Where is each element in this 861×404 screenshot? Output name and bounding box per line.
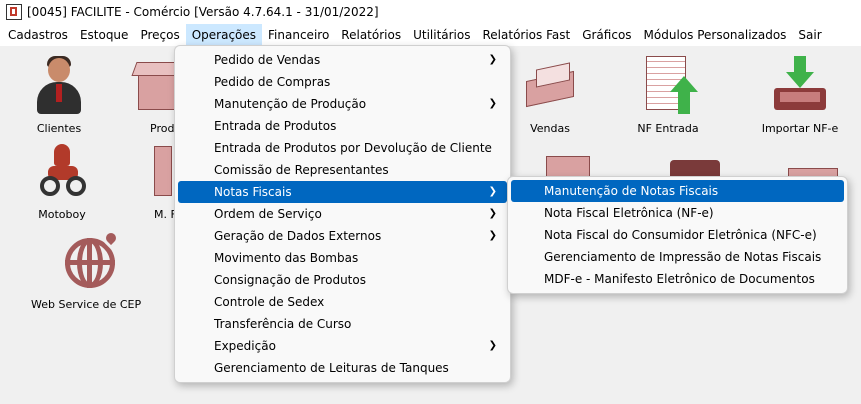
menu-item-controle-de-sedex[interactable]: Controle de Sedex xyxy=(178,291,507,313)
menu-sair[interactable]: Sair xyxy=(792,24,827,46)
menu-relatorios-fast[interactable]: Relatórios Fast xyxy=(477,24,577,46)
submenu-arrow-icon: ❯ xyxy=(488,54,497,65)
menu-item-label: Consignação de Produtos xyxy=(214,273,366,287)
menu-item-label: Controle de Sedex xyxy=(214,295,325,309)
nf-entrada-icon xyxy=(640,54,698,116)
menu-item-entrada-de-produtos[interactable]: Entrada de Produtos xyxy=(178,115,507,137)
tile-label: Motoboy xyxy=(38,208,86,221)
app-logo-icon xyxy=(6,4,22,20)
menu-graficos[interactable]: Gráficos xyxy=(576,24,637,46)
menu-item-label: Entrada de Produtos por Devolução de Cli… xyxy=(214,141,492,155)
tile-label: Web Service de CEP xyxy=(31,298,142,311)
menu-item-expedicao[interactable]: Expedição ❯ xyxy=(178,335,507,357)
import-tray-icon xyxy=(772,54,828,116)
tile-motoboy[interactable]: Motoboy xyxy=(12,140,112,221)
submenu-item-impressao-notas-fiscais[interactable]: Gerenciamento de Impressão de Notas Fisc… xyxy=(511,246,844,268)
menu-modulos-personalizados[interactable]: Módulos Personalizados xyxy=(638,24,793,46)
tile-label: NF Entrada xyxy=(637,122,699,135)
menu-item-entrada-devolucao-cliente[interactable]: Entrada de Produtos por Devolução de Cli… xyxy=(178,137,507,159)
operacoes-dropdown-menu: Pedido de Vendas ❯ Pedido de Compras Manu… xyxy=(174,45,511,383)
menu-item-label: Manutenção de Produção xyxy=(214,97,367,111)
menu-item-label: Notas Fiscais xyxy=(214,185,292,199)
globe-pin-icon xyxy=(63,226,123,292)
menu-item-manutencao-de-producao[interactable]: Manutenção de Produção ❯ xyxy=(178,93,507,115)
menu-item-label: Expedição xyxy=(214,339,276,353)
menu-utilitarios[interactable]: Utilitários xyxy=(407,24,476,46)
tile-clientes[interactable]: Clientes xyxy=(9,54,109,135)
cash-register-icon xyxy=(522,54,578,116)
submenu-item-nfe[interactable]: Nota Fiscal Eletrônica (NF-e) xyxy=(511,202,844,224)
menu-operacoes[interactable]: Operações xyxy=(185,24,263,46)
menu-financeiro[interactable]: Financeiro xyxy=(262,24,335,46)
window-title: [0045] FACILITE - Comércio [Versão 4.7.6… xyxy=(27,5,379,19)
menu-item-label: Pedido de Compras xyxy=(214,75,331,89)
submenu-arrow-icon: ❯ xyxy=(488,230,497,241)
menu-item-movimento-das-bombas[interactable]: Movimento das Bombas xyxy=(178,247,507,269)
submenu-arrow-icon: ❯ xyxy=(488,208,497,219)
menu-item-pedido-de-compras[interactable]: Pedido de Compras xyxy=(178,71,507,93)
tile-nf-entrada[interactable]: NF Entrada xyxy=(618,54,718,135)
menu-item-label: Geração de Dados Externos xyxy=(214,229,382,243)
tile-label: Clientes xyxy=(36,122,82,135)
menu-item-comissao-representantes[interactable]: Comissão de Representantes xyxy=(178,159,507,181)
title-bar: [0045] FACILITE - Comércio [Versão 4.7.6… xyxy=(0,0,861,24)
menu-item-label: Pedido de Vendas xyxy=(214,53,321,67)
menu-item-ordem-de-servico[interactable]: Ordem de Serviço ❯ xyxy=(178,203,507,225)
menu-relatorios[interactable]: Relatórios xyxy=(335,24,407,46)
menu-item-label: Movimento das Bombas xyxy=(214,251,359,265)
submenu-item-manutencao-notas-fiscais[interactable]: Manutenção de Notas Fiscais xyxy=(511,180,844,202)
menu-precos[interactable]: Preços xyxy=(134,24,185,46)
menu-item-notas-fiscais[interactable]: Notas Fiscais ❯ xyxy=(178,181,507,203)
menu-cadastros[interactable]: Cadastros xyxy=(0,24,74,46)
submenu-arrow-icon: ❯ xyxy=(488,186,497,197)
client-person-icon xyxy=(31,54,87,116)
tile-web-service-cep[interactable]: Web Service de CEP xyxy=(31,226,141,311)
tile-importar-nfe[interactable]: Importar NF-e xyxy=(750,54,850,135)
menu-item-label: Entrada de Produtos xyxy=(214,119,337,133)
tile-label: Vendas xyxy=(530,122,570,135)
notas-fiscais-submenu: Manutenção de Notas Fiscais Nota Fiscal … xyxy=(507,176,848,294)
tile-vendas[interactable]: Vendas xyxy=(500,54,600,135)
menu-item-transferencia-de-curso[interactable]: Transferência de Curso xyxy=(178,313,507,335)
submenu-arrow-icon: ❯ xyxy=(488,340,497,351)
submenu-item-mdfe[interactable]: MDF-e - Manifesto Eletrônico de Document… xyxy=(511,268,844,290)
tile-label: Importar NF-e xyxy=(761,122,839,135)
submenu-item-nfce[interactable]: Nota Fiscal do Consumidor Eletrônica (NF… xyxy=(511,224,844,246)
menu-item-label: Ordem de Serviço xyxy=(214,207,322,221)
menu-item-consignacao-produtos[interactable]: Consignação de Produtos xyxy=(178,269,507,291)
menu-estoque[interactable]: Estoque xyxy=(74,24,135,46)
menu-item-geracao-dados-externos[interactable]: Geração de Dados Externos ❯ xyxy=(178,225,507,247)
menu-bar: Cadastros Estoque Preços Operações Finan… xyxy=(0,24,861,46)
menu-item-label: Comissão de Representantes xyxy=(214,163,389,177)
menu-item-label: Gerenciamento de Leituras de Tanques xyxy=(214,361,449,375)
menu-item-pedido-de-vendas[interactable]: Pedido de Vendas ❯ xyxy=(178,49,507,71)
submenu-arrow-icon: ❯ xyxy=(488,98,497,109)
motoboy-icon xyxy=(34,140,90,202)
menu-item-leituras-de-tanques[interactable]: Gerenciamento de Leituras de Tanques xyxy=(178,357,507,379)
menu-item-label: Transferência de Curso xyxy=(214,317,352,331)
